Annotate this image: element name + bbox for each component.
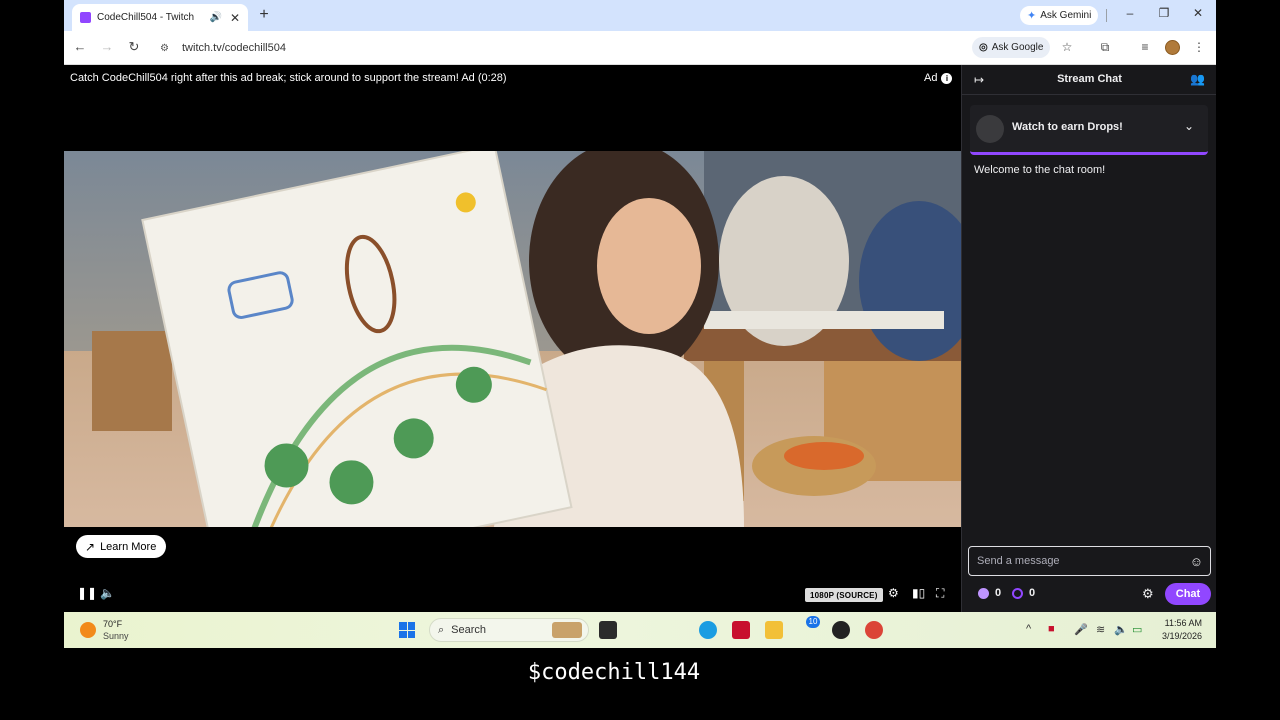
taskbar-search[interactable]: ⌕ Search [429,618,589,642]
url-text: twitch.tv/codechill504 [182,42,286,54]
close-tab-icon[interactable]: ✕ [230,11,240,25]
bonus-circle-icon [1012,587,1023,599]
learn-more-button[interactable]: ↗ Learn More [76,535,167,558]
site-settings-icon[interactable]: ⚙ [160,43,172,54]
ad-label[interactable]: Ad i [924,72,953,84]
clock-date[interactable]: 3/19/2026 [1150,631,1202,641]
fullscreen-icon[interactable]: ⛶ [936,586,944,601]
address-bar[interactable]: ⚙ twitch.tv/codechill504 [152,35,1068,61]
drops-text: Watch to earn Drops! [1012,121,1123,133]
ad-video-frame[interactable] [64,151,961,527]
tab-divider [1106,9,1107,22]
welcome-message: Welcome to the chat room! [974,164,1106,176]
app-icon[interactable] [832,621,850,639]
video-caption: $codechill144 [527,660,701,685]
media-controls-icon[interactable]: ≡ [1137,40,1153,54]
screen: CodeChill504 - Twitch 🔊 ✕ + ✦ Ask Gemini… [0,0,1280,720]
battery-icon[interactable]: ▭ [1132,623,1142,636]
ask-gemini-label: Ask Gemini [1040,10,1092,21]
ask-google-button[interactable]: ◎ Ask Google [972,37,1051,58]
drops-reward-icon [976,115,1004,143]
gemini-spark-icon: ✦ [1027,10,1037,22]
twitch-favicon-icon [80,12,91,23]
theatre-mode-icon[interactable]: ▮▯ [912,586,925,600]
video-player[interactable]: Catch CodeChill504 right after this ad b… [64,65,961,612]
wifi-icon[interactable]: ≋ [1096,623,1105,636]
forward-arrow-icon[interactable]: → [99,39,115,54]
clock-time[interactable]: 11:56 AM [1150,618,1202,628]
bonus-points-count: 0 [1029,587,1036,599]
tab-title: CodeChill504 - Twitch [97,12,195,23]
windows-start-icon[interactable] [399,622,415,638]
drops-banner[interactable]: Watch to earn Drops! ⌄ [970,105,1208,155]
chevron-down-icon[interactable]: ⌄ [1184,119,1194,133]
taskbar-search-label: Search [451,624,487,636]
new-tab-button[interactable]: + [256,6,272,24]
chat-settings-icon[interactable]: ⚙ [1142,586,1154,602]
learn-more-label: Learn More [100,540,157,553]
chat-panel: ↦ Stream Chat 👥 Watch to earn Drops! ⌄ W… [961,65,1216,612]
chat-send-button[interactable]: Chat [1165,583,1211,605]
sun-icon[interactable] [80,622,96,638]
reload-icon[interactable]: ↻ [126,39,142,55]
channel-points-icon [978,587,989,599]
task-view-icon[interactable] [599,621,617,639]
edge-browser-icon[interactable] [699,621,717,639]
external-arrow-icon: ↗ [85,539,96,554]
chevron-up-icon[interactable]: ^ [1026,623,1031,635]
browser-toolbar: ← → ↻ ⚙ twitch.tv/codechill504 ◎ Ask Goo… [64,31,1216,65]
tray-app-icon[interactable]: ■ [1048,623,1055,635]
tab-strip: CodeChill504 - Twitch 🔊 ✕ + ✦ Ask Gemini… [64,0,1216,31]
chat-title: Stream Chat [1057,73,1122,85]
twitch-page: Catch CodeChill504 right after this ad b… [64,65,1216,612]
ad-label-text: Ad [924,72,938,84]
video-scene [64,151,961,527]
ask-gemini-button[interactable]: ✦ Ask Gemini [1020,6,1099,25]
chat-message-input[interactable]: Send a message ☺ [968,546,1211,576]
microphone-icon[interactable]: 🎤 [1074,623,1088,636]
profile-avatar[interactable] [1165,40,1180,55]
browser-window: CodeChill504 - Twitch 🔊 ✕ + ✦ Ask Gemini… [64,0,1216,648]
windows-taskbar: 70°F Sunny ⌕ Search 10 ^ ■ 🎤 ≋ 🔈 ▭ 11:56… [64,612,1216,648]
browser-tab[interactable]: CodeChill504 - Twitch 🔊 ✕ [72,4,248,31]
emote-picker-icon[interactable]: ☺ [1190,554,1203,569]
speaker-icon[interactable]: 🔊 [209,12,221,23]
community-users-icon[interactable]: 👥 [1190,72,1205,86]
channel-points-count: 0 [995,587,1002,599]
back-arrow-icon[interactable]: ← [72,39,88,54]
bookmark-star-icon[interactable]: ☆ [1059,40,1075,54]
file-explorer-icon[interactable] [765,621,783,639]
pause-icon[interactable]: ❚❚ [77,586,97,600]
notification-badge: 10 [806,616,820,628]
chat-header: ↦ Stream Chat 👥 [962,65,1216,95]
search-highlight-image [552,622,582,638]
channel-points[interactable]: 0 [978,587,1001,599]
chat-input-placeholder: Send a message [977,555,1060,567]
screenshot-search-icon[interactable]: ⧉ [1097,40,1113,55]
quality-badge[interactable]: 1080P (SOURCE) [805,588,883,602]
google-lens-icon: ◎ [979,42,988,53]
ask-google-label: Ask Google [991,42,1044,53]
volume-icon[interactable]: 🔈 [100,586,115,600]
settings-gear-icon[interactable]: ⚙ [888,586,899,600]
mcafee-icon[interactable] [732,621,750,639]
bonus-points[interactable]: 0 [1012,587,1035,599]
weather-condition[interactable]: Sunny [103,631,129,641]
minimize-icon[interactable]: – [1122,6,1138,20]
ad-banner-text: Catch CodeChill504 right after this ad b… [70,72,507,84]
search-icon: ⌕ [438,623,445,636]
restore-icon[interactable]: ❐ [1156,6,1172,20]
speaker-tray-icon[interactable]: 🔈 [1114,623,1128,636]
close-window-icon[interactable]: ✕ [1190,6,1206,20]
chrome-icon[interactable] [865,621,883,639]
info-icon[interactable]: i [941,72,953,84]
weather-temperature[interactable]: 70°F [103,619,122,629]
more-menu-icon[interactable]: ⋮ [1191,40,1207,54]
